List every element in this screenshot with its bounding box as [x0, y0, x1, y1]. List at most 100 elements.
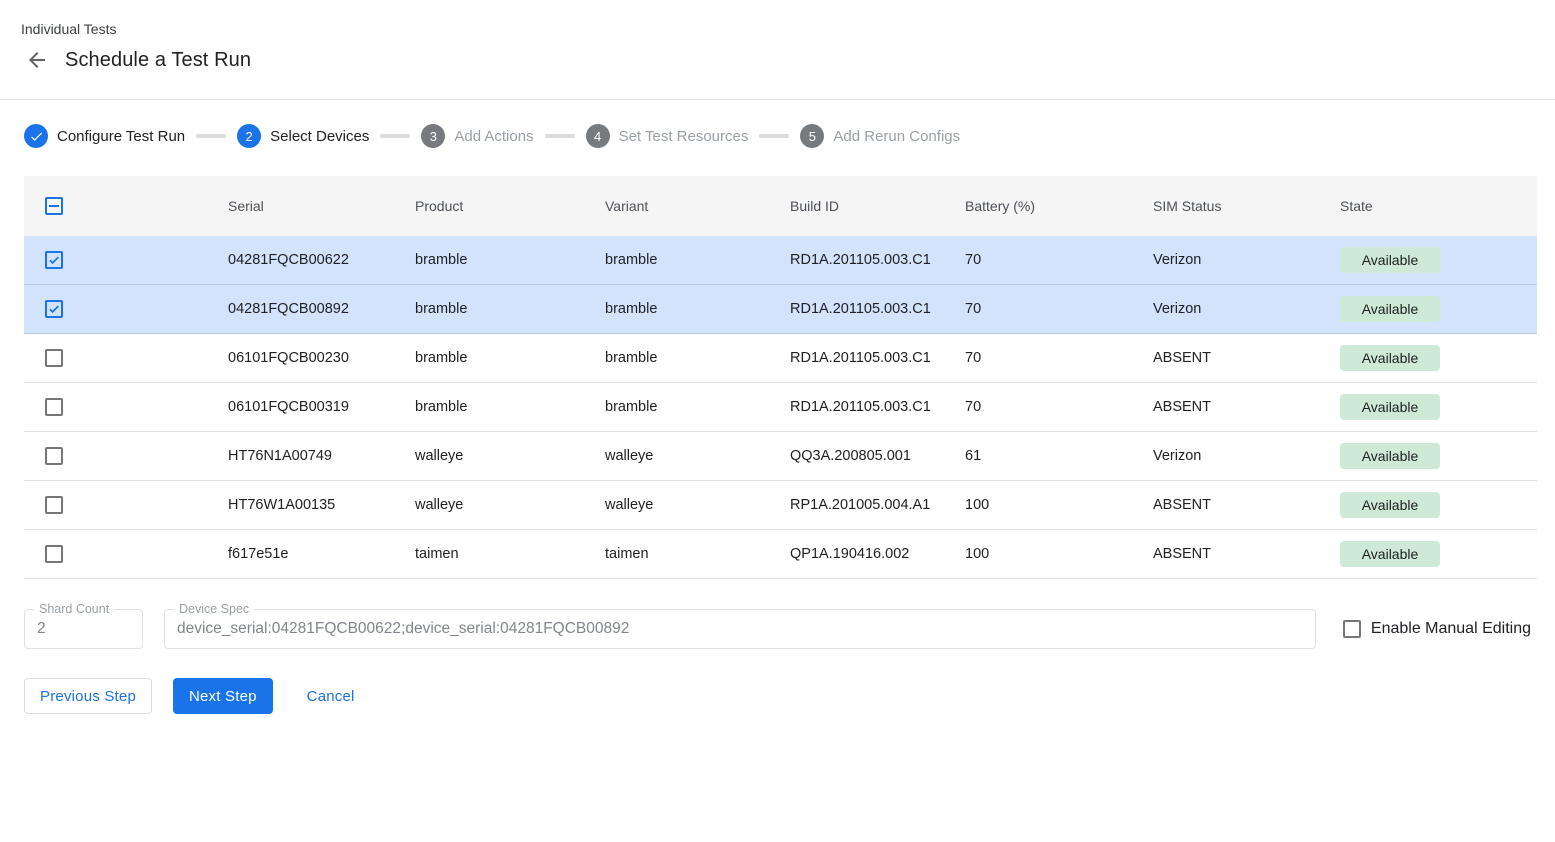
cell-serial: 04281FQCB00622	[228, 252, 415, 268]
cell-battery: 70	[965, 301, 1153, 317]
cell-battery: 100	[965, 497, 1153, 513]
step-indicator	[24, 124, 48, 148]
device-spec-value: device_serial:04281FQCB00622;device_seri…	[165, 610, 1315, 648]
state-badge: Available	[1340, 247, 1440, 273]
state-badge: Available	[1340, 443, 1440, 469]
cell-serial: HT76N1A00749	[228, 448, 415, 464]
table-body: 04281FQCB00622 bramble bramble RD1A.2011…	[24, 236, 1537, 579]
table-row[interactable]: f617e51e taimen taimen QP1A.190416.002 1…	[24, 530, 1537, 579]
select-all-checkbox[interactable]	[45, 197, 63, 215]
cancel-button[interactable]: Cancel	[307, 678, 355, 714]
state-badge: Available	[1340, 296, 1440, 322]
cell-variant: bramble	[605, 350, 790, 366]
cell-sim-status: ABSENT	[1153, 399, 1340, 415]
table-row[interactable]: 04281FQCB00892 bramble bramble RD1A.2011…	[24, 285, 1537, 334]
row-checkbox[interactable]	[45, 398, 63, 416]
column-header-state: State	[1340, 198, 1537, 214]
state-badge: Available	[1340, 394, 1440, 420]
step-connector	[196, 134, 226, 138]
back-button[interactable]	[25, 48, 49, 72]
row-checkbox[interactable]	[45, 447, 63, 465]
state-badge: Available	[1340, 541, 1440, 567]
row-checkbox[interactable]	[45, 251, 63, 269]
table-row[interactable]: 04281FQCB00622 bramble bramble RD1A.2011…	[24, 236, 1537, 285]
step-2-active[interactable]: 2 Select Devices	[237, 124, 369, 148]
previous-step-button[interactable]: Previous Step	[24, 678, 152, 714]
step-1-completed[interactable]: Configure Test Run	[24, 124, 185, 148]
step-connector	[759, 134, 789, 138]
cell-variant: bramble	[605, 252, 790, 268]
column-header-product: Product	[415, 198, 605, 214]
shard-count-field[interactable]: Shard Count 2	[24, 609, 143, 649]
cell-battery: 70	[965, 350, 1153, 366]
column-header-build-id: Build ID	[790, 198, 965, 214]
row-checkbox[interactable]	[45, 349, 63, 367]
cell-sim-status: Verizon	[1153, 252, 1340, 268]
cell-serial: HT76W1A00135	[228, 497, 415, 513]
stepper: Configure Test Run 2 Select Devices 3 Ad…	[24, 124, 1531, 148]
cell-serial: 04281FQCB00892	[228, 301, 415, 317]
checkmark-icon	[47, 301, 61, 317]
cell-build-id: QQ3A.200805.001	[790, 448, 965, 464]
breadcrumb[interactable]: Individual Tests	[21, 21, 116, 37]
cell-product: bramble	[415, 301, 605, 317]
step-indicator: 2	[237, 124, 261, 148]
step-connector	[545, 134, 575, 138]
arrow-back-icon	[25, 48, 49, 72]
check-icon	[29, 129, 44, 144]
step-5-pending[interactable]: 5 Add Rerun Configs	[800, 124, 960, 148]
next-step-button[interactable]: Next Step	[173, 678, 273, 714]
cell-sim-status: ABSENT	[1153, 546, 1340, 562]
cell-variant: taimen	[605, 546, 790, 562]
row-checkbox[interactable]	[45, 300, 63, 318]
column-header-variant: Variant	[605, 198, 790, 214]
step-indicator: 3	[421, 124, 445, 148]
table-header-row: SerialProductVariantBuild IDBattery (%)S…	[24, 176, 1537, 236]
cell-product: bramble	[415, 252, 605, 268]
checkmark-icon	[47, 252, 61, 268]
cell-battery: 70	[965, 252, 1153, 268]
table-row[interactable]: HT76N1A00749 walleye walleye QQ3A.200805…	[24, 432, 1537, 481]
page-header: Individual Tests Schedule a Test Run	[0, 0, 1555, 100]
cell-sim-status: Verizon	[1153, 448, 1340, 464]
cell-battery: 70	[965, 399, 1153, 415]
manual-editing-checkbox[interactable]	[1343, 620, 1361, 638]
enable-manual-editing[interactable]: Enable Manual Editing	[1343, 620, 1531, 638]
manual-editing-label: Enable Manual Editing	[1371, 620, 1531, 638]
step-label: Add Rerun Configs	[833, 128, 960, 145]
step-indicator: 4	[586, 124, 610, 148]
table-row[interactable]: 06101FQCB00319 bramble bramble RD1A.2011…	[24, 383, 1537, 432]
cell-battery: 100	[965, 546, 1153, 562]
row-checkbox[interactable]	[45, 545, 63, 563]
table-row[interactable]: 06101FQCB00230 bramble bramble RD1A.2011…	[24, 334, 1537, 383]
cell-product: taimen	[415, 546, 605, 562]
cell-serial: f617e51e	[228, 546, 415, 562]
cell-serial: 06101FQCB00230	[228, 350, 415, 366]
row-checkbox[interactable]	[45, 496, 63, 514]
cell-variant: bramble	[605, 399, 790, 415]
cell-serial: 06101FQCB00319	[228, 399, 415, 415]
shard-count-label: Shard Count	[34, 602, 114, 616]
step-3-pending[interactable]: 3 Add Actions	[421, 124, 533, 148]
column-header-battery: Battery (%)	[965, 198, 1153, 214]
cell-battery: 61	[965, 448, 1153, 464]
step-label: Add Actions	[454, 128, 533, 145]
state-badge: Available	[1340, 492, 1440, 518]
cell-sim-status: ABSENT	[1153, 350, 1340, 366]
page-title: Schedule a Test Run	[65, 49, 251, 72]
cell-product: bramble	[415, 399, 605, 415]
step-4-pending[interactable]: 4 Set Test Resources	[586, 124, 749, 148]
cell-build-id: RD1A.201105.003.C1	[790, 350, 965, 366]
step-connector	[380, 134, 410, 138]
cell-product: walleye	[415, 448, 605, 464]
cell-sim-status: ABSENT	[1153, 497, 1340, 513]
table-row[interactable]: HT76W1A00135 walleye walleye RP1A.201005…	[24, 481, 1537, 530]
state-badge: Available	[1340, 345, 1440, 371]
cell-variant: walleye	[605, 497, 790, 513]
cell-variant: walleye	[605, 448, 790, 464]
device-spec-field[interactable]: Device Spec device_serial:04281FQCB00622…	[164, 609, 1316, 649]
column-header-sim-status: SIM Status	[1153, 198, 1340, 214]
step-label: Select Devices	[270, 128, 369, 145]
device-spec-form: Shard Count 2 Device Spec device_serial:…	[24, 609, 1531, 649]
step-label: Set Test Resources	[619, 128, 749, 145]
